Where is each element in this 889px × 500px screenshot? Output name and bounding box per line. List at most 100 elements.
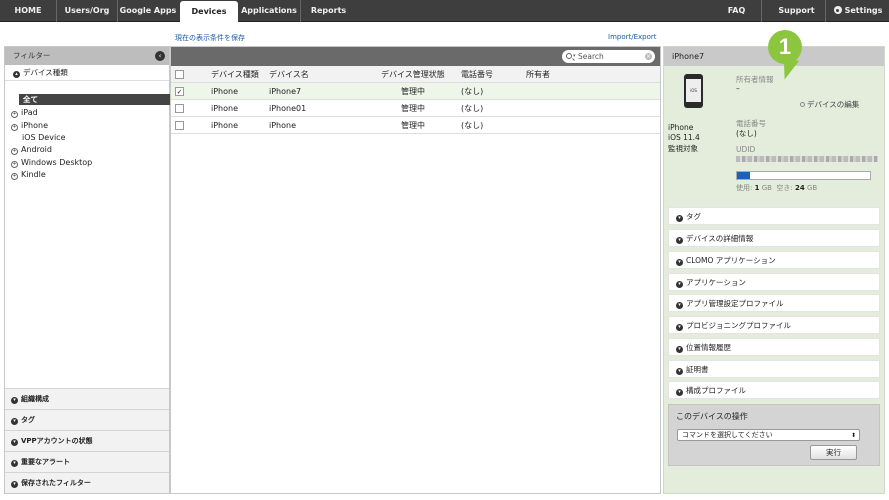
section-label: プロビジョニングプロファイル	[686, 321, 791, 330]
expand-icon[interactable]: +	[11, 161, 18, 168]
save-view-link[interactable]: 現在の表示条件を保存	[175, 33, 245, 43]
filter-section-vpp[interactable]: ▾ VPPアカウントの状態	[5, 430, 169, 451]
nav-support[interactable]: Support	[768, 0, 826, 22]
filter-section-alerts[interactable]: ▾ 重要なアラート	[5, 451, 169, 472]
expand-icon[interactable]: +	[11, 173, 18, 180]
chevron-down-icon: ▾	[676, 368, 683, 375]
section-clomo-apps[interactable]: ▾ CLOMO アプリケーション	[668, 251, 880, 269]
section-label: アプリケーション	[686, 278, 746, 287]
filter-section-label: VPPアカウントの状態	[21, 437, 93, 445]
chevron-down-icon: ▾	[676, 302, 683, 309]
search-input[interactable]: ▾ Search ×	[562, 50, 655, 63]
chevron-down-icon: ▾	[676, 324, 683, 331]
callout-badge: 1	[768, 30, 802, 64]
section-label: 構成プロファイル	[686, 386, 746, 395]
row-checkbox[interactable]	[175, 121, 184, 130]
filter-section-org[interactable]: ▾ 組織構成	[5, 388, 169, 409]
select-arrows-icon: ⬍	[850, 432, 856, 439]
section-location-history[interactable]: ▾ 位置情報履歴	[668, 338, 880, 356]
section-label: アプリ管理設定プロファイル	[686, 299, 784, 308]
column-header-status[interactable]: デバイス管理状態	[381, 66, 445, 83]
filter-panel: フィルター ‹ ▴ デバイス種類 全て + iPad + iPhone iOS Dev…	[4, 46, 170, 494]
tree-item-iphone[interactable]: + iPhone	[11, 121, 48, 131]
expand-icon[interactable]: +	[11, 124, 18, 131]
nav-tab-google-apps[interactable]: Google Apps	[118, 0, 178, 22]
chevron-down-icon: ▾	[11, 418, 18, 425]
filter-all-item[interactable]: 全て	[19, 94, 170, 105]
tree-item-label: iPhone	[21, 121, 49, 130]
filter-header: フィルター ‹	[5, 47, 169, 65]
nav-tab-users-org[interactable]: Users/Org	[57, 0, 118, 22]
owner-label: 所有者情報	[736, 75, 774, 84]
section-certificates[interactable]: ▾ 証明書	[668, 360, 880, 378]
expand-icon[interactable]: +	[11, 111, 18, 118]
tree-item-windows-desktop[interactable]: + Windows Desktop	[11, 158, 92, 168]
section-device-details[interactable]: ▾ デバイスの詳細情報	[668, 229, 880, 247]
cell-status: 管理中	[401, 104, 425, 113]
search-icon	[566, 53, 572, 59]
chevron-down-icon: ▾	[11, 460, 18, 467]
section-config-profile[interactable]: ▾ 構成プロファイル	[668, 381, 880, 399]
tree-item-ipad[interactable]: + iPad	[11, 108, 38, 118]
table-row[interactable]: ✓ iPhone iPhone7 管理中 (なし)	[171, 83, 660, 100]
cell-name: iPhone7	[269, 87, 302, 96]
iphone-icon: iOS	[684, 74, 703, 108]
section-provisioning-profile[interactable]: ▾ プロビジョニングプロファイル	[668, 316, 880, 334]
filter-section-label: 重要なアラート	[21, 458, 70, 466]
cell-phone: (なし)	[461, 104, 484, 113]
collapse-left-icon[interactable]: ‹	[155, 51, 165, 61]
edit-device-link[interactable]: デバイスの編集	[800, 99, 859, 110]
table-row[interactable]: iPhone iPhone 管理中 (なし)	[171, 117, 660, 134]
filter-section-saved[interactable]: ▾ 保存されたフィルター	[5, 472, 169, 493]
tree-item-kindle[interactable]: + Kindle	[11, 170, 46, 180]
expand-icon[interactable]: +	[11, 148, 18, 155]
row-checkbox[interactable]: ✓	[175, 87, 184, 96]
device-model: iPhone	[668, 123, 694, 132]
section-label: 証明書	[686, 365, 709, 374]
chevron-down-icon: ▾	[11, 481, 18, 488]
dropdown-arrow-icon[interactable]: ▾	[573, 50, 576, 63]
tree-item-label: Kindle	[21, 170, 46, 179]
gear-icon	[833, 6, 842, 14]
device-detail-panel: iPhone7 iOS iPhone iOS 11.4 監視対象 所有者情報 –…	[663, 46, 885, 494]
tree-item-ios-device[interactable]: iOS Device	[22, 133, 66, 142]
table-row[interactable]: iPhone iPhone01 管理中 (なし)	[171, 100, 660, 117]
tree-item-label: iOS Device	[22, 133, 66, 142]
run-button[interactable]: 実行	[810, 445, 857, 460]
section-app-config-profile[interactable]: ▾ アプリ管理設定プロファイル	[668, 294, 880, 312]
udid-value-blurred	[736, 156, 878, 162]
operations-title: このデバイスの操作	[676, 412, 748, 421]
section-applications[interactable]: ▾ アプリケーション	[668, 273, 880, 291]
nav-tab-home[interactable]: HOME	[0, 0, 57, 22]
command-select[interactable]: コマンドを選択してください ⬍	[677, 429, 860, 441]
import-export-link[interactable]: Import/Export	[608, 33, 657, 41]
nav-settings[interactable]: Settings	[830, 0, 886, 22]
column-header-name[interactable]: デバイス名	[269, 66, 309, 83]
column-header-type[interactable]: デバイス種類	[211, 66, 259, 83]
storage-free-label: 空き:	[776, 184, 793, 192]
circle-icon	[800, 102, 805, 107]
cell-phone: (なし)	[461, 87, 484, 96]
top-nav: HOME Users/Org Google Apps Devices Appli…	[0, 0, 889, 23]
nav-tab-reports[interactable]: Reports	[301, 0, 356, 22]
column-header-phone[interactable]: 電話番号	[461, 66, 493, 83]
row-checkbox[interactable]	[175, 104, 184, 113]
device-type-heading[interactable]: ▴ デバイス種類	[5, 65, 169, 81]
chevron-down-icon: ▾	[676, 237, 683, 244]
select-all-checkbox[interactable]	[175, 70, 184, 79]
filter-section-tag[interactable]: ▾ タグ	[5, 409, 169, 430]
command-select-value: コマンドを選択してください	[682, 431, 773, 439]
clear-search-icon[interactable]: ×	[645, 53, 652, 60]
cell-name: iPhone01	[269, 104, 307, 113]
column-header-owner[interactable]: 所有者	[526, 66, 550, 83]
chevron-down-icon: ▾	[11, 439, 18, 446]
section-tag[interactable]: ▾ タグ	[668, 207, 880, 225]
nav-tab-applications[interactable]: Applications	[238, 0, 301, 22]
chevron-down-icon: ▾	[11, 397, 18, 404]
tree-item-android[interactable]: + Android	[11, 145, 52, 155]
section-label: 位置情報履歴	[686, 343, 731, 352]
filter-section-label: タグ	[21, 416, 35, 424]
nav-faq[interactable]: FAQ	[712, 0, 762, 22]
nav-tab-devices[interactable]: Devices	[180, 1, 238, 23]
chevron-down-icon: ▾	[676, 215, 683, 222]
